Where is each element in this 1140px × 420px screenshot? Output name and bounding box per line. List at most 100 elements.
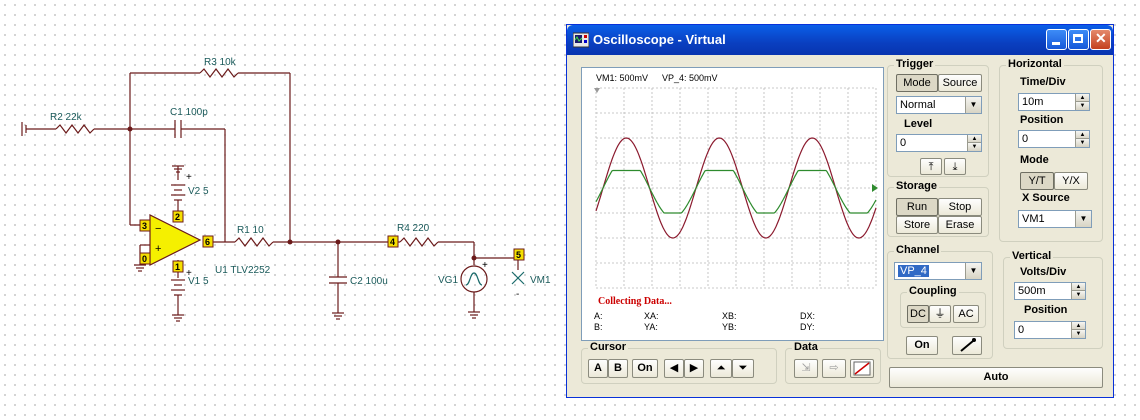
scope-display[interactable]: VM1: 500mV VP_4: 500mV Collecting Data..…	[581, 67, 884, 341]
yt-button[interactable]: Y/T	[1020, 172, 1054, 190]
rising-edge-icon: ⤒	[928, 161, 934, 173]
stop-button[interactable]: Stop	[938, 198, 982, 216]
pin-2: 2	[175, 212, 180, 222]
cursor-xb-readout: XB:	[722, 311, 737, 321]
r4-label: R4 220	[397, 223, 430, 234]
u1-label: U1 TLV2252	[215, 265, 271, 276]
export-icon: ⇨	[829, 362, 839, 374]
auto-button[interactable]: Auto	[889, 367, 1103, 388]
maximize-button[interactable]	[1068, 29, 1089, 50]
trigger-source-button[interactable]: Source	[938, 74, 982, 92]
storage-group: Storage Run Stop Store Erase	[887, 180, 989, 237]
cursor-down-button[interactable]: ⏷	[732, 359, 754, 378]
export-data-button[interactable]: ⇨	[822, 359, 846, 378]
svg-text:+: +	[482, 260, 488, 271]
cursor-ya-readout: YA:	[644, 322, 658, 332]
cursor-on-button[interactable]: On	[632, 359, 658, 378]
cursor-title: Cursor	[588, 341, 629, 353]
pin-5: 5	[516, 250, 521, 260]
horizontal-title: Horizontal	[1006, 58, 1064, 70]
cursor-dy-readout: DY:	[800, 322, 815, 332]
voltsdiv-spinner[interactable]: 500m ▲ ▼	[1014, 282, 1086, 300]
falling-edge-icon: ⤓	[952, 161, 958, 173]
h-position-spinner[interactable]: 0 ▲ ▼	[1018, 130, 1090, 148]
diagram-button[interactable]	[850, 359, 874, 378]
pin-6: 6	[205, 237, 210, 247]
c1-label: C1 100p	[170, 107, 208, 118]
pin-0: 0	[142, 254, 147, 264]
probe-icon	[960, 338, 976, 352]
svg-text:+: +	[186, 172, 192, 183]
chevron-down-icon: ▼	[965, 97, 981, 113]
voltsdiv-label: Volts/Div	[1020, 266, 1067, 278]
minimize-button[interactable]	[1046, 29, 1067, 50]
close-button[interactable]: ✕	[1090, 29, 1111, 50]
rising-edge-button[interactable]: ⤒	[920, 158, 942, 175]
vertical-title: Vertical	[1010, 250, 1054, 262]
cursor-yb-readout: YB:	[722, 322, 737, 332]
cursor-up-button[interactable]: ⏶	[710, 359, 732, 378]
ground-coupling-button[interactable]: ⏚	[929, 305, 951, 323]
storage-title: Storage	[894, 180, 939, 192]
chevron-down-icon: ▼	[965, 263, 981, 279]
vertical-group: Vertical Volts/Div 500m ▲ ▼ Position 0 ▲ ▼	[1003, 250, 1103, 349]
c2-label: C2 100u	[350, 276, 388, 287]
coupling-title: Coupling	[907, 285, 959, 297]
channel-on-button[interactable]: On	[906, 336, 938, 355]
trigger-mode-select[interactable]: Normal ▼	[896, 96, 982, 114]
r1-label: R1 10	[237, 225, 264, 236]
horizontal-group: Horizontal Time/Div 10m ▲ ▼ Position 0 ▲ ▼ M…	[999, 58, 1103, 242]
cursor-dx-readout: DX:	[800, 311, 816, 321]
r2-label: R2 22k	[50, 112, 83, 123]
vg1-label: VG1	[438, 275, 458, 286]
ground-marker	[594, 88, 600, 93]
pin-4: 4	[390, 237, 395, 247]
cursor-a-readout: A:	[594, 311, 603, 321]
erase-button[interactable]: Erase	[938, 216, 982, 234]
oscilloscope-app-icon	[573, 32, 589, 48]
trigger-level-spinner[interactable]: 0 ▲ ▼	[896, 134, 982, 152]
channel-title: Channel	[894, 244, 942, 256]
status-text: Collecting Data...	[598, 296, 672, 307]
svg-text:-: -	[516, 289, 519, 300]
cursor-a-button[interactable]: A	[588, 359, 608, 378]
circuit-schematic: − + + + + - 3 2 6 0 1 4 5 R3 10k R2 22k …	[21, 57, 551, 322]
coupling-group: Coupling DC ⏚ AC	[900, 285, 986, 328]
channel-select[interactable]: VP_4 ▼	[894, 262, 982, 280]
cursor-group: Cursor A B On ◀ ▶ ⏶ ⏷	[581, 341, 777, 384]
cursor-b-button[interactable]: B	[608, 359, 628, 378]
r3-label: R3 10k	[204, 57, 237, 68]
ac-coupling-button[interactable]: AC	[953, 305, 979, 323]
yx-button[interactable]: Y/X	[1054, 172, 1088, 190]
dc-coupling-button[interactable]: DC	[907, 305, 929, 323]
trigger-group: Trigger Mode Source Normal ▼ Level 0 ▲ ▼ ⤒ …	[887, 58, 989, 177]
title-bar[interactable]: Oscilloscope - Virtual ✕	[567, 25, 1113, 55]
diagram-icon	[853, 361, 871, 376]
data-group: Data ⇲ ⇨	[785, 341, 881, 384]
probe-button[interactable]	[952, 336, 982, 355]
xsource-select[interactable]: VM1 ▼	[1018, 210, 1092, 228]
pin-3: 3	[142, 221, 147, 231]
falling-edge-button[interactable]: ⤓	[944, 158, 966, 175]
v1-label: V1 5	[188, 276, 209, 287]
trigger-level-label: Level	[904, 118, 933, 130]
import-icon: ⇲	[801, 362, 811, 374]
cursor-right-button[interactable]: ▶	[684, 359, 704, 378]
v-position-spinner[interactable]: 0 ▲ ▼	[1014, 321, 1086, 339]
xsource-label: X Source	[1022, 192, 1070, 204]
pin-1: 1	[175, 262, 180, 272]
arrow-up-icon: ⏶	[716, 362, 726, 374]
trigger-mode-button[interactable]: Mode	[896, 74, 938, 92]
timediv-spinner[interactable]: 10m ▲ ▼	[1018, 93, 1090, 111]
v-position-label: Position	[1024, 304, 1068, 316]
arrow-left-icon: ◀	[669, 362, 679, 374]
arrow-down-icon: ⏷	[738, 362, 748, 374]
store-button[interactable]: Store	[896, 216, 938, 234]
trigger-title: Trigger	[894, 58, 936, 70]
cursor-b-readout: B:	[594, 322, 603, 332]
timediv-label: Time/Div	[1020, 76, 1066, 88]
data-title: Data	[792, 341, 820, 353]
import-data-button[interactable]: ⇲	[794, 359, 818, 378]
cursor-left-button[interactable]: ◀	[664, 359, 684, 378]
run-button[interactable]: Run	[896, 198, 938, 216]
